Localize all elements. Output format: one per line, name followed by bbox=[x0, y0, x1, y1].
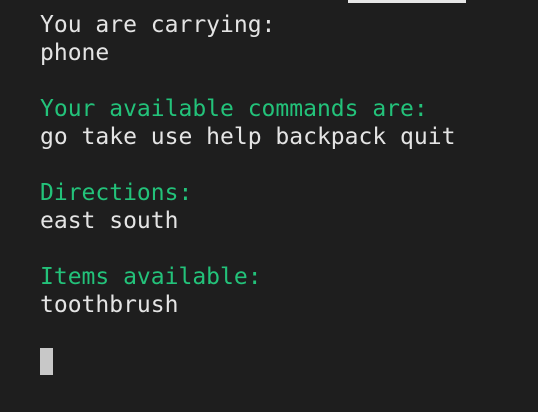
items-label: Items available: bbox=[40, 264, 262, 290]
carrying-items: phone bbox=[40, 40, 110, 66]
text-cursor[interactable] bbox=[40, 348, 53, 375]
directions-list: east south bbox=[40, 208, 179, 234]
scroll-indicator bbox=[348, 0, 466, 3]
directions-label: Directions: bbox=[40, 180, 193, 206]
commands-list: go take use help backpack quit bbox=[40, 124, 456, 150]
commands-label: Your available commands are: bbox=[40, 96, 428, 122]
carrying-label: You are carrying: bbox=[40, 12, 276, 38]
terminal-window[interactable]: You are carrying: phone Your available c… bbox=[0, 0, 538, 412]
items-list: toothbrush bbox=[40, 292, 179, 318]
